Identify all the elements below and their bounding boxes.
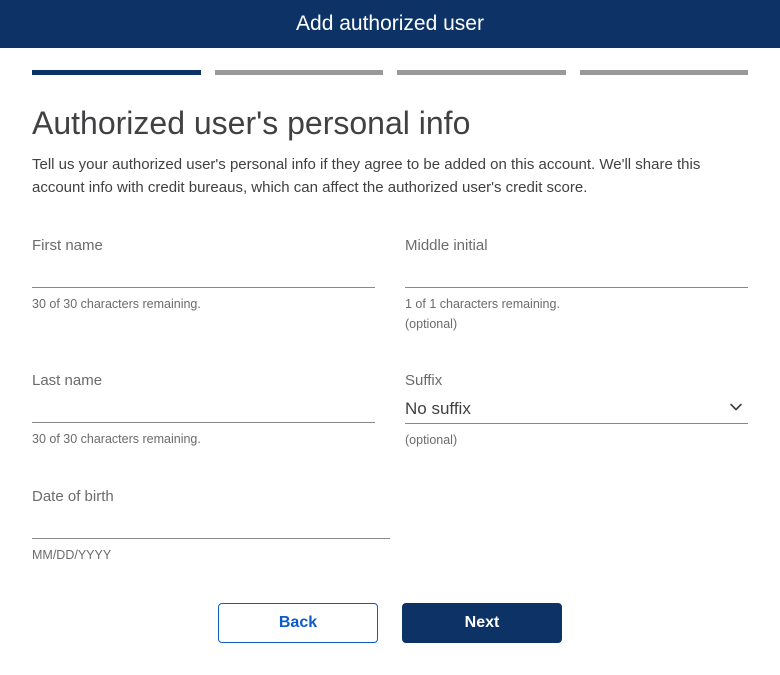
last-name-label: Last name [32, 372, 375, 389]
page-title: Authorized user's personal info [32, 105, 748, 142]
button-row: Back Next [32, 603, 748, 643]
next-button[interactable]: Next [402, 603, 562, 643]
suffix-select[interactable]: No suffix [405, 395, 748, 423]
last-name-input[interactable] [32, 395, 375, 423]
first-name-group: First name 30 of 30 characters remaining… [32, 237, 375, 334]
first-name-label: First name [32, 237, 375, 254]
dob-group: Date of birth MM/DD/YYYY [32, 488, 390, 565]
middle-initial-input[interactable] [405, 260, 748, 288]
progress-step-4 [580, 70, 749, 75]
content-area: Authorized user's personal info Tell us … [0, 48, 780, 675]
suffix-label: Suffix [405, 372, 748, 389]
suffix-group: Suffix No suffix (optional) [405, 372, 748, 450]
progress-step-1 [32, 70, 201, 75]
middle-initial-helper: 1 of 1 characters remaining. (optional) [405, 294, 748, 334]
form-row-lastname: Last name 30 of 30 characters remaining.… [32, 372, 748, 450]
progress-step-2 [215, 70, 384, 75]
suffix-select-wrapper[interactable]: No suffix [405, 395, 748, 424]
middle-initial-optional: (optional) [405, 314, 748, 334]
dob-input[interactable] [32, 511, 390, 539]
dob-helper: MM/DD/YYYY [32, 545, 390, 565]
suffix-helper: (optional) [405, 430, 748, 450]
page-header: Add authorized user [0, 0, 780, 48]
middle-initial-label: Middle initial [405, 237, 748, 254]
last-name-group: Last name 30 of 30 characters remaining. [32, 372, 375, 450]
form-row-dob: Date of birth MM/DD/YYYY [32, 488, 748, 565]
last-name-helper: 30 of 30 characters remaining. [32, 429, 375, 449]
suffix-optional: (optional) [405, 430, 748, 450]
form-row-name: First name 30 of 30 characters remaining… [32, 237, 748, 334]
middle-initial-group: Middle initial 1 of 1 characters remaini… [405, 237, 748, 334]
back-button[interactable]: Back [218, 603, 378, 643]
first-name-helper: 30 of 30 characters remaining. [32, 294, 375, 314]
middle-initial-helper-text: 1 of 1 characters remaining. [405, 297, 560, 311]
page-description: Tell us your authorized user's personal … [32, 154, 748, 199]
page-header-title: Add authorized user [296, 12, 484, 35]
progress-step-3 [397, 70, 566, 75]
first-name-input[interactable] [32, 260, 375, 288]
progress-bar [32, 70, 748, 75]
dob-label: Date of birth [32, 488, 390, 505]
